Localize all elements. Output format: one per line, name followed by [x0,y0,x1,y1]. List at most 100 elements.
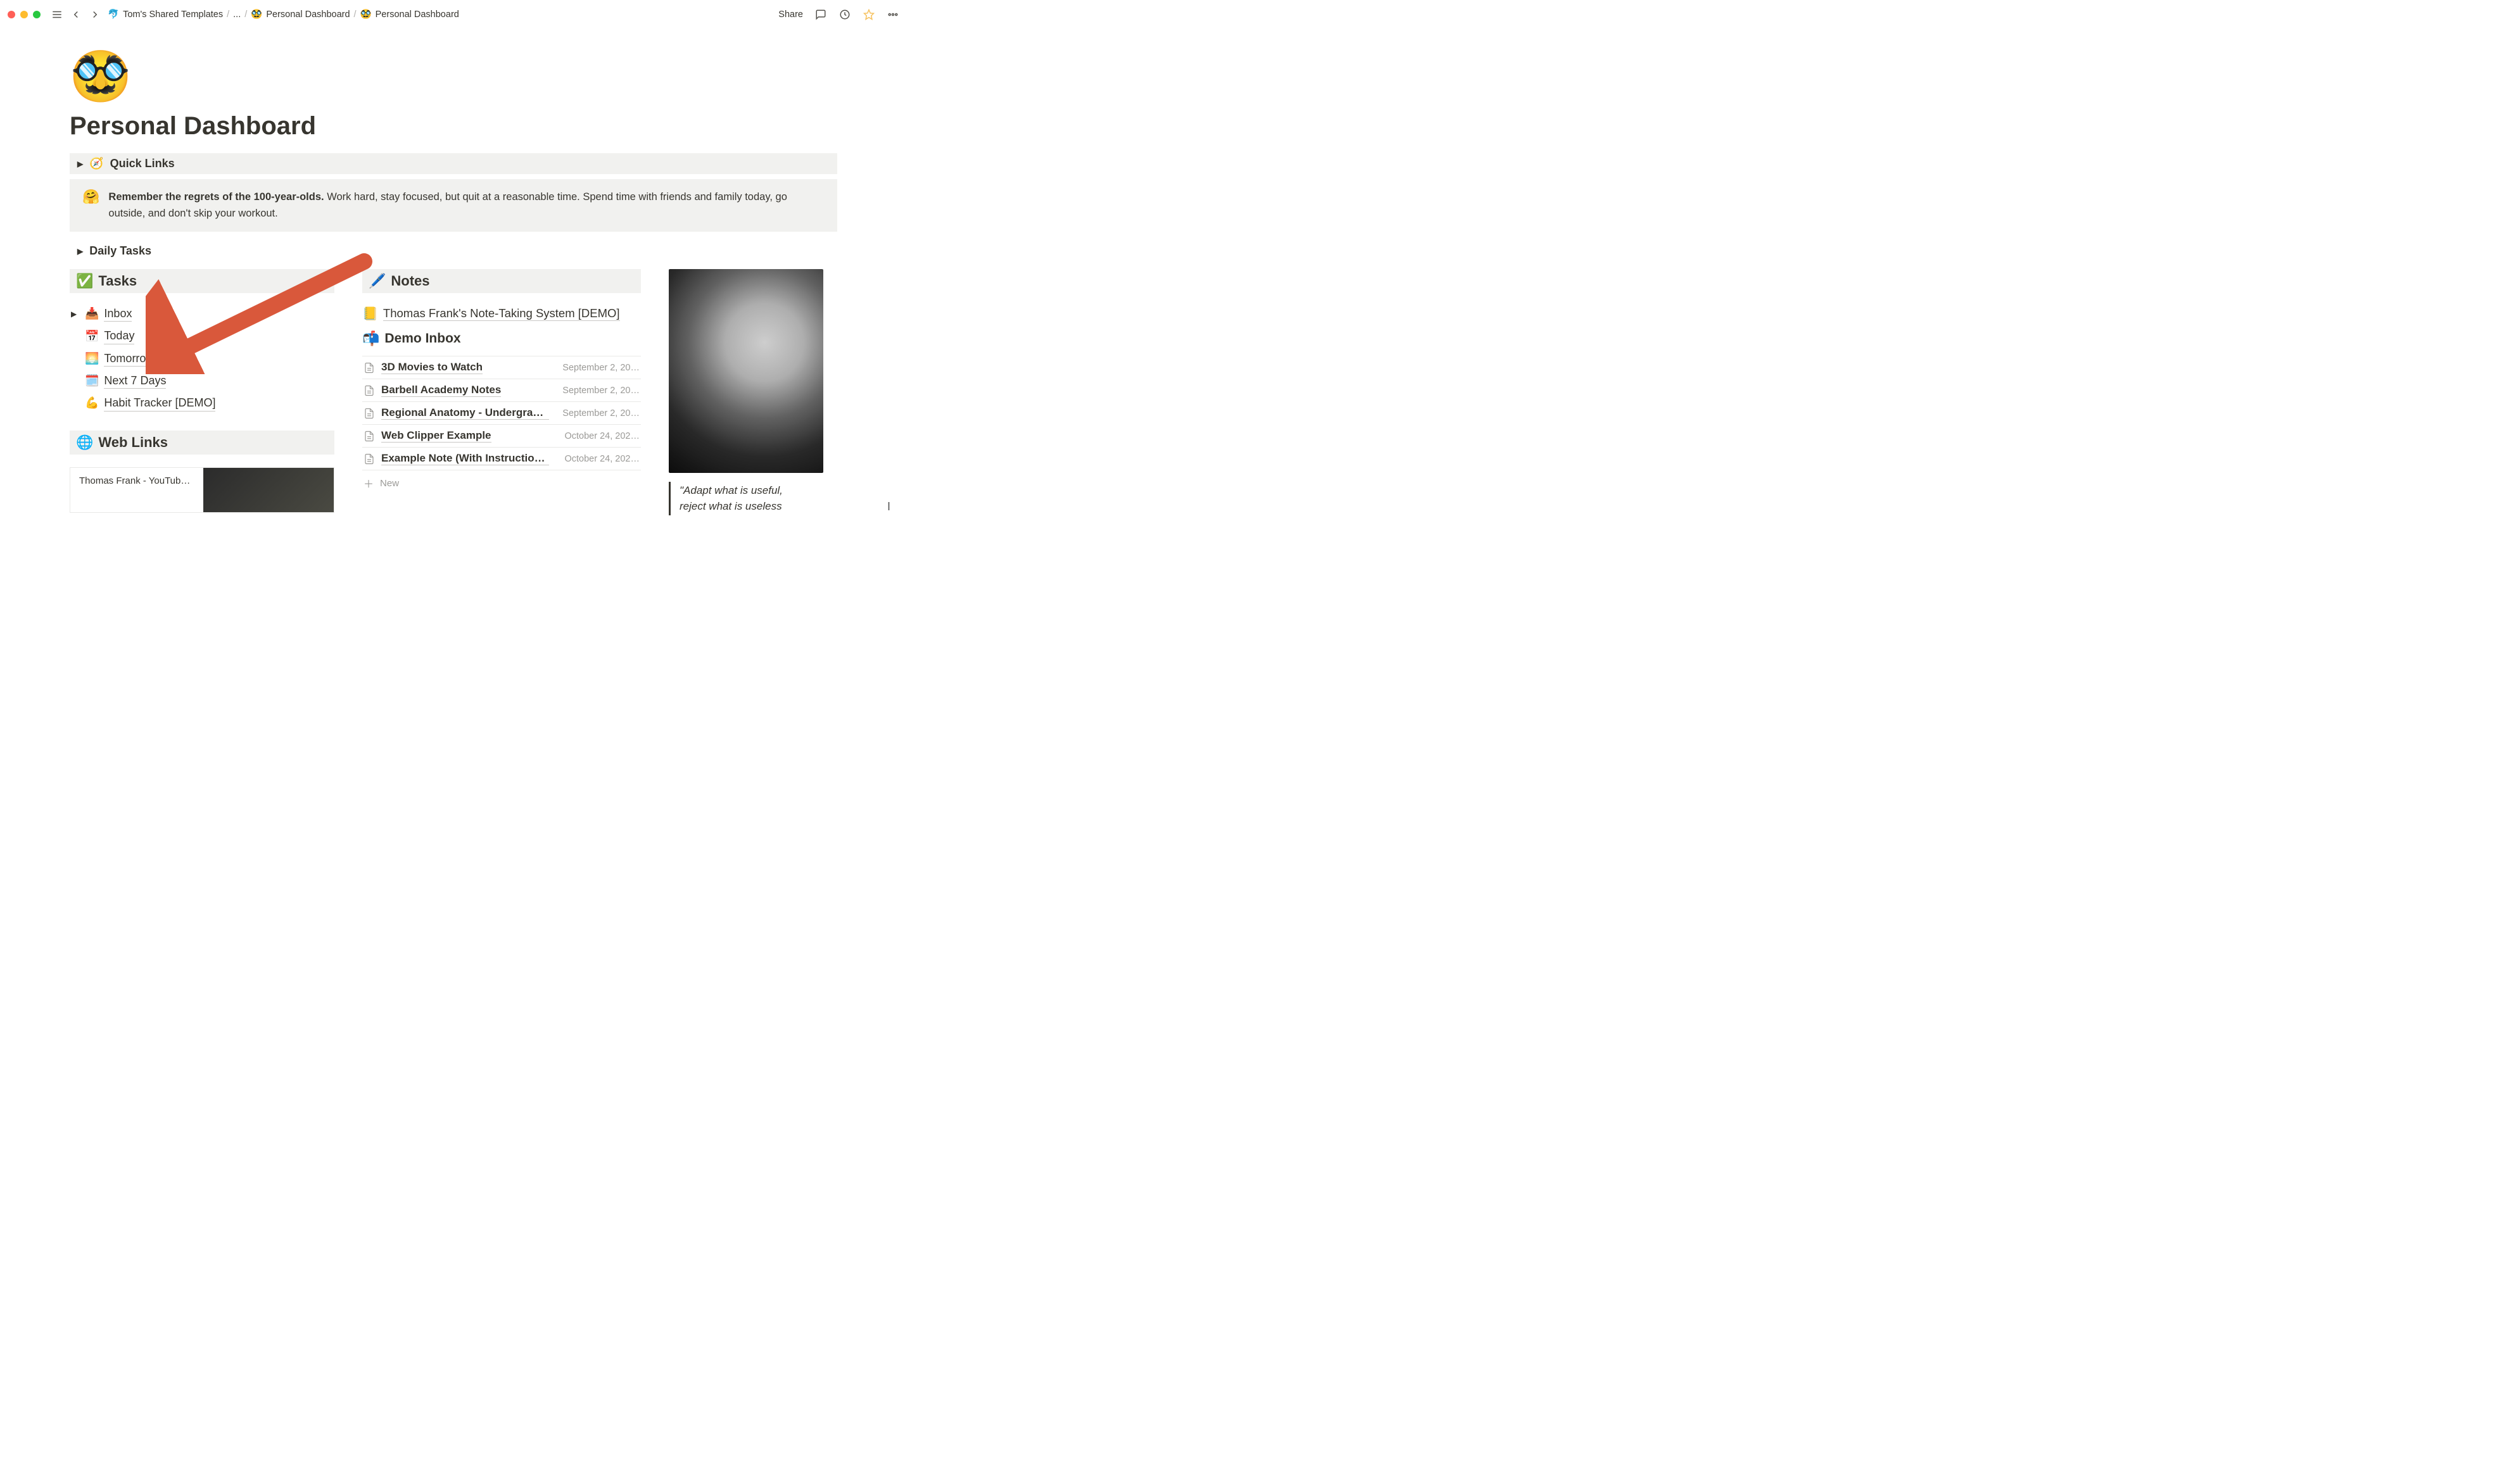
weblink-card[interactable]: Thomas Frank - YouTub… [70,467,334,513]
callout-bold: Remember the regrets of the 100-year-old… [108,191,324,203]
breadcrumb-parent-icon[interactable]: 🥸 [251,9,262,20]
page-title[interactable]: Personal Dashboard [70,112,837,141]
window-traffic-lights [8,11,41,18]
updates-icon[interactable] [838,8,851,21]
note-row[interactable]: Web Clipper Example October 24, 202… [362,425,641,448]
breadcrumb-current[interactable]: Personal Dashboard [376,9,459,20]
muscle-icon: 💪 [85,396,99,410]
weblink-thumbnail [203,468,334,512]
task-label: Inbox [104,306,132,322]
page-icon [364,385,375,396]
task-label: Next 7 Days [104,373,166,389]
quick-links-label: Quick Links [110,157,175,170]
callout-icon: 🤗 [82,189,99,222]
breadcrumb-parent[interactable]: Personal Dashboard [266,9,350,20]
nav-back-icon[interactable] [70,8,82,21]
comments-icon[interactable] [814,8,827,21]
text-cursor-icon: I [887,500,890,513]
share-button[interactable]: Share [778,9,803,20]
page-icon [364,453,375,465]
note-row[interactable]: Barbell Academy Notes September 2, 20… [362,379,641,402]
caret-icon[interactable]: ▶ [77,160,83,168]
page-icon [364,408,375,419]
note-title: Barbell Academy Notes [381,384,501,397]
note-date: October 24, 202… [565,454,640,464]
calendar-icon: 📅 [85,330,99,343]
note-row[interactable]: Regional Anatomy - Undergrad… September … [362,402,641,425]
favorite-icon[interactable] [863,8,875,21]
daily-tasks-label: Daily Tasks [89,244,151,258]
breadcrumb-ellipsis[interactable]: ... [233,9,241,20]
pen-icon: 🖊️ [369,273,386,289]
task-habit-tracker[interactable]: 💪 Habit Tracker [DEMO] [71,395,334,411]
notes-pinned-link[interactable]: 📒 Thomas Frank's Note-Taking System [DEM… [362,306,641,322]
note-row[interactable]: 3D Movies to Watch September 2, 20… [362,356,641,379]
notes-list: 3D Movies to Watch September 2, 20… Barb… [362,356,641,496]
sidebar-toggle-icon[interactable] [51,8,63,21]
tasks-header-label: Tasks [98,273,137,289]
demo-inbox-link[interactable]: 📬 Demo Inbox [362,330,641,347]
notes-column: 🖊️ Notes 📒 Thomas Frank's Note-Taking Sy… [362,269,641,496]
top-bar: 🐬 Tom's Shared Templates / ... / 🥸 Perso… [0,0,907,28]
breadcrumb-workspace-icon[interactable]: 🐬 [108,9,119,20]
quote-line2: reject what is useless [680,500,782,512]
notes-pinned-label: Thomas Frank's Note-Taking System [DEMO] [383,306,620,321]
breadcrumb-sep: / [354,9,357,20]
caret-icon[interactable]: ▶ [77,247,83,256]
note-date: September 2, 20… [562,408,640,418]
sunrise-icon: 🌅 [85,352,99,365]
nav-forward-icon[interactable] [89,8,101,21]
globe-icon: 🌐 [76,434,93,451]
task-tomorrow[interactable]: 🌅 Tomorrow [71,351,334,367]
task-next7[interactable]: 🗓️ Next 7 Days [71,373,334,389]
quick-links-toggle[interactable]: ▶ 🧭 Quick Links [70,153,837,174]
breadcrumb-sep: / [227,9,229,20]
note-title: Example Note (With Instruction… [381,452,549,465]
breadcrumb: 🐬 Tom's Shared Templates / ... / 🥸 Perso… [108,9,459,20]
note-date: September 2, 20… [562,386,640,396]
task-label: Tomorrow [104,351,154,367]
callout-block[interactable]: 🤗 Remember the regrets of the 100-year-o… [70,179,837,232]
notebook-icon: 📒 [362,306,378,322]
note-title: 3D Movies to Watch [381,361,483,374]
calendar-icon: 🗓️ [85,374,99,387]
tasks-header-icon: ✅ [76,273,93,289]
quote-line1: "Adapt what is useful, [680,484,783,496]
note-new-label: New [380,478,399,489]
task-inbox[interactable]: ▶ 📥 Inbox [71,306,334,322]
caret-icon[interactable]: ▶ [71,310,80,318]
breadcrumb-current-icon[interactable]: 🥸 [360,9,372,20]
image-block[interactable] [669,269,823,473]
weblink-title: Thomas Frank - YouTub… [70,468,203,512]
page-body: 🥸 Personal Dashboard ▶ 🧭 Quick Links 🤗 R… [0,28,907,515]
breadcrumb-sep: / [244,9,247,20]
plus-icon: ＋ [364,475,374,491]
note-new-row[interactable]: ＋ New [362,470,641,496]
mailbox-icon: 📬 [362,330,379,347]
weblinks-header-label: Web Links [98,434,168,451]
task-label: Today [104,328,134,344]
task-label: Habit Tracker [DEMO] [104,395,215,411]
notes-header[interactable]: 🖊️ Notes [362,269,641,293]
daily-tasks-toggle[interactable]: ▶ Daily Tasks [70,241,837,261]
quick-links-icon: 🧭 [89,157,103,170]
inbox-icon: 📥 [85,307,99,320]
task-today[interactable]: 📅 Today [71,328,334,344]
traffic-close[interactable] [8,11,15,18]
traffic-minimize[interactable] [20,11,28,18]
tasks-header[interactable]: ✅ Tasks [70,269,334,293]
tasks-list: ▶ 📥 Inbox 📅 Today 🌅 Tomorrow 🗓️ [70,306,334,411]
traffic-maximize[interactable] [33,11,41,18]
quote-block[interactable]: "Adapt what is useful, reject what is us… [669,482,823,515]
more-icon[interactable] [887,8,899,21]
breadcrumb-workspace[interactable]: Tom's Shared Templates [123,9,223,20]
page-icon[interactable]: 🥸 [70,51,837,101]
demo-inbox-label: Demo Inbox [384,331,460,346]
weblinks-header[interactable]: 🌐 Web Links [70,431,334,455]
callout-text: Remember the regrets of the 100-year-old… [108,189,825,222]
page-icon [364,431,375,442]
image-column: "Adapt what is useful, reject what is us… [669,269,823,515]
note-row[interactable]: Example Note (With Instruction… October … [362,448,641,470]
page-icon [364,362,375,374]
note-date: September 2, 20… [562,363,640,373]
